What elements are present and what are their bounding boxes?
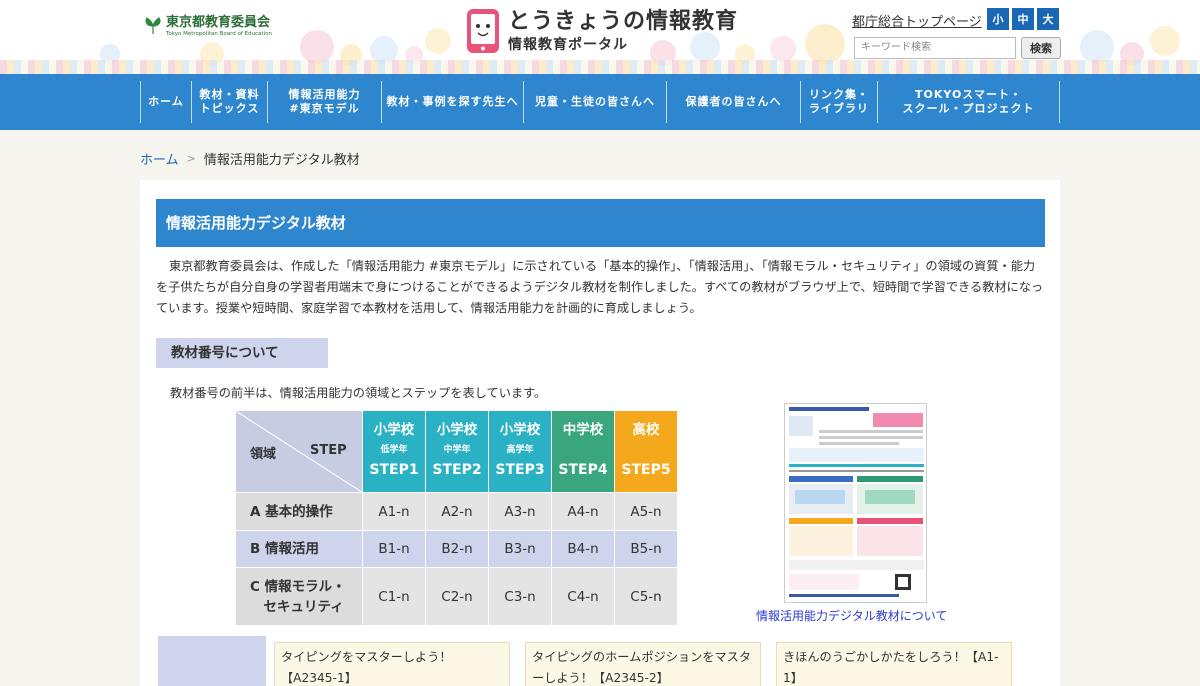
nav-item-for-teachers[interactable]: 教材・事例を探す先生へ — [381, 81, 523, 123]
nav-item-links-library[interactable]: リンク集・ ライブラリ — [800, 81, 877, 123]
table-cell: B3-n — [488, 530, 552, 568]
breadcrumb-home-link[interactable]: ホーム — [140, 149, 179, 168]
nav-item-for-students[interactable]: 児童・生徒の皆さんへ — [523, 81, 666, 123]
step-header-3: 小学校 高学年 STEP3 — [488, 410, 552, 493]
breadcrumb-current: 情報活用能力デジタル教材 — [203, 153, 360, 168]
step-level: 小学校 — [436, 422, 478, 438]
step-label: STEP3 — [495, 462, 545, 478]
step-grade: 高学年 — [506, 445, 534, 455]
table-cell: C2-n — [425, 567, 489, 626]
table-cell: A5-n — [614, 492, 678, 531]
row-header-c: C 情報モラル・ セキュリティ — [235, 567, 363, 626]
step-header-2: 小学校 中学年 STEP2 — [425, 410, 489, 493]
nav-item-materials-topics[interactable]: 教材・資料 トピックス — [191, 81, 267, 123]
step-level: 中学校 — [562, 422, 604, 438]
row-header-b: B 情報活用 — [235, 530, 363, 568]
table-cell: C4-n — [551, 567, 615, 626]
step-header-4: 中学校 STEP4 — [551, 410, 615, 493]
lesson-card[interactable]: タイピングのホームポジションをマスターしよう！【A2345-2】 — [525, 642, 761, 686]
intro-text: 東京都教育委員会は、作成した「情報活用能力 #東京モデル」に示されている「基本的… — [156, 259, 1044, 315]
row-header-a: A 基本的操作 — [235, 492, 363, 531]
nav-item-smart-school[interactable]: TOKYOスマート・ スクール・プロジェクト — [877, 81, 1060, 123]
table-cell: A2-n — [425, 492, 489, 531]
search-box: キーワード検索 検索 — [854, 37, 1061, 59]
site-logo[interactable]: とうきょうの情報教育 情報教育ポータル — [466, 8, 738, 54]
section-note: 教材番号の前半は、情報活用能力の領域とステップを表しています。 — [170, 386, 547, 400]
nav-item-for-parents[interactable]: 保護者の皆さんへ — [666, 81, 800, 123]
step-header-5: 高校 STEP5 — [614, 410, 678, 493]
table-cell: A3-n — [488, 492, 552, 531]
corner-domain-label: 領域 — [250, 447, 277, 462]
table-corner: 領域 STEP — [235, 410, 363, 493]
table-cell: B4-n — [551, 530, 615, 568]
org-name-ja: 東京都教育委員会 — [166, 15, 271, 30]
org-name-en: Tokyo Metropolitan Board of Education — [166, 31, 272, 37]
site-header: 東京都教育委員会 Tokyo Metropolitan Board of Edu… — [0, 0, 1200, 74]
nav-item-home[interactable]: ホーム — [140, 81, 191, 123]
step-header-1: 小学校 低学年 STEP1 — [362, 410, 426, 493]
step-level: 高校 — [632, 422, 660, 438]
step-table: 領域 STEP 小学校 低学年 STEP1 小学校 中学年 STEP2 小学校 … — [235, 410, 678, 626]
header-decoration-strip — [0, 60, 1200, 74]
font-size-small-button[interactable]: 小 — [987, 8, 1009, 30]
leaflet-caption-link[interactable]: 情報活用能力デジタル教材について — [756, 607, 947, 624]
table-cell: A1-n — [362, 492, 426, 531]
step-level: 小学校 — [499, 422, 541, 438]
table-cell: C3-n — [488, 567, 552, 626]
nav-item-tokyo-model[interactable]: 情報活用能力 #東京モデル — [267, 81, 381, 123]
corner-step-label: STEP — [310, 443, 347, 458]
table-cell: C5-n — [614, 567, 678, 626]
table-cell: B1-n — [362, 530, 426, 568]
table-cell: C1-n — [362, 567, 426, 626]
site-subtitle: 情報教育ポータル — [508, 37, 628, 53]
step-grade: 低学年 — [380, 445, 408, 455]
section-heading: 教材番号について — [156, 338, 328, 368]
step-grade: 中学年 — [443, 445, 471, 455]
step-label: STEP2 — [432, 462, 482, 478]
breadcrumb: ホーム > 情報活用能力デジタル教材 — [140, 149, 360, 168]
step-label: STEP4 — [558, 462, 608, 478]
main-content: 情報活用能力デジタル教材 東京都教育委員会は、作成した「情報活用能力 #東京モデ… — [140, 180, 1060, 686]
table-cell: B2-n — [425, 530, 489, 568]
search-button[interactable]: 検索 — [1021, 37, 1061, 59]
lesson-group-label — [158, 636, 266, 686]
search-input[interactable]: キーワード検索 — [854, 37, 1016, 59]
tokyo-ginkgo-icon — [145, 17, 161, 34]
table-cell: B5-n — [614, 530, 678, 568]
font-size-large-button[interactable]: 大 — [1037, 8, 1059, 30]
step-label: STEP1 — [369, 462, 419, 478]
metro-top-link[interactable]: 都庁総合トップページ — [852, 11, 982, 30]
lesson-card[interactable]: きほんのうごかしかたをしろう！【A1-1】 — [776, 642, 1012, 686]
leaflet-thumbnail[interactable] — [784, 403, 927, 603]
step-level: 小学校 — [373, 422, 415, 438]
font-size-medium-button[interactable]: 中 — [1012, 8, 1034, 30]
org-logo[interactable]: 東京都教育委員会 Tokyo Metropolitan Board of Edu… — [143, 16, 272, 38]
leaflet-thumbnail-image — [785, 404, 926, 602]
site-title: とうきょうの情報教育 — [508, 9, 739, 34]
step-label: STEP5 — [621, 462, 671, 478]
smartphone-mascot-icon — [467, 9, 499, 53]
lesson-card[interactable]: タイピングをマスターしよう！【A2345-1】 — [274, 642, 510, 686]
breadcrumb-separator: > — [186, 152, 196, 165]
table-cell: A4-n — [551, 492, 615, 531]
page-title: 情報活用能力デジタル教材 — [156, 199, 1045, 247]
global-nav: ホーム 教材・資料 トピックス 情報活用能力 #東京モデル 教材・事例を探す先生… — [0, 74, 1200, 130]
font-size-switcher: 小 中 大 — [987, 8, 1059, 30]
